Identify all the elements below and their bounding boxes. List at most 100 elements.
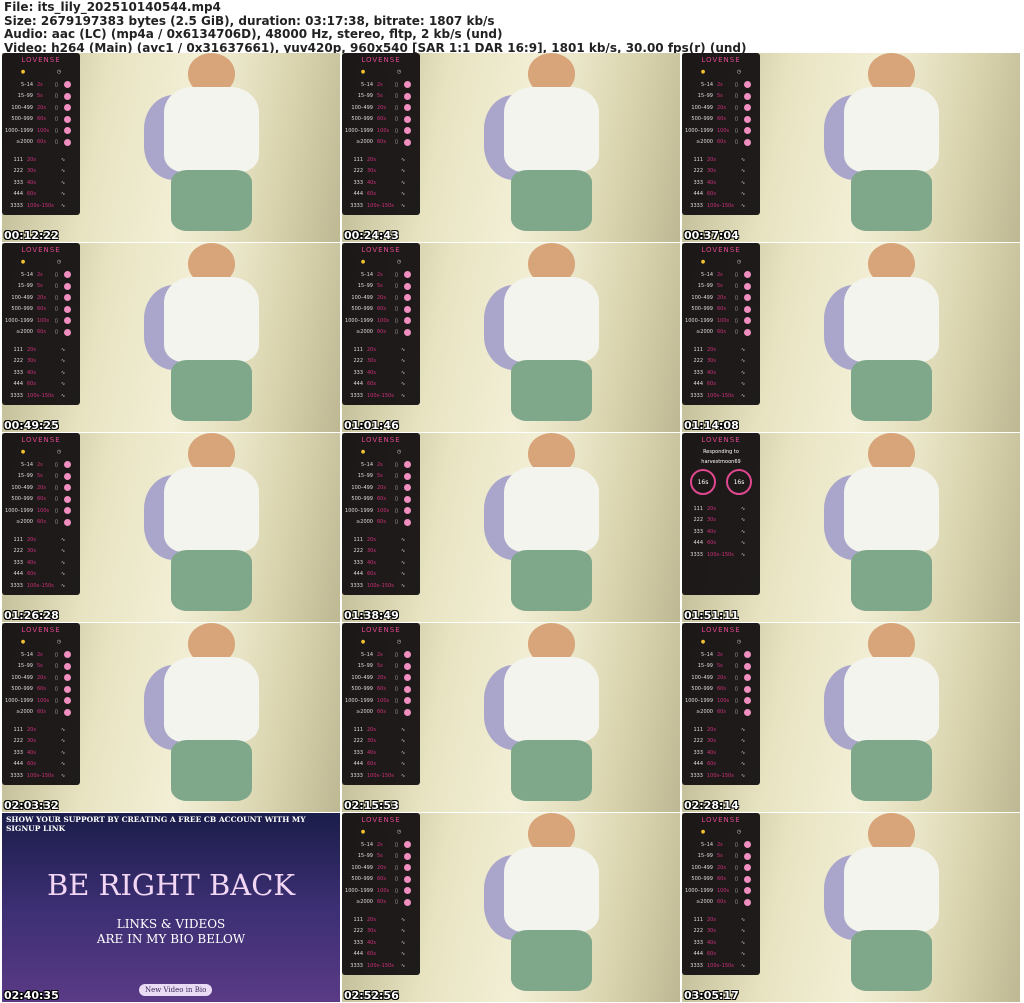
- wave-icon: ∿: [401, 156, 406, 163]
- video-thumbnail: LOVENSE ● ◷ 5–14 2s ▯ 15–99 5s ▯ 100–499 20s ▯ 500–9…: [2, 433, 340, 622]
- wave-icon: ∿: [741, 179, 746, 186]
- figure-shorts: [851, 550, 933, 611]
- coin-icon: ●: [20, 69, 26, 75]
- lovense-panel: LOVENSE ● ◷ 5–14 2s ▯ 15–99 5s ▯ 100–499 20s ▯ 500–9…: [2, 433, 80, 595]
- pulse-icon: [63, 708, 71, 716]
- level-row: 500–999 60s ▯: [345, 114, 417, 126]
- vibrate-icon: ▯: [55, 663, 58, 670]
- pulse-icon: [743, 697, 751, 705]
- wave-icon: ∿: [741, 928, 746, 935]
- video-thumbnail: LOVENSE ● ◷ 5–14 2s ▯ 15–99 5s ▯ 100–499 20s ▯ 500–9…: [342, 623, 680, 812]
- pattern-row: 222 30s ∿: [693, 358, 746, 365]
- timestamp: 03:05:17: [684, 989, 739, 1002]
- video-thumbnail: LOVENSE Responding to harvestmoon69 16s 16s 1…: [682, 433, 1020, 622]
- vibrate-icon: ▯: [395, 697, 398, 704]
- figure-shorts: [511, 170, 593, 231]
- pulse-icon: [743, 271, 751, 279]
- wave-icon: ∿: [741, 191, 746, 198]
- pulse-icon: [403, 127, 411, 135]
- vibrate-icon: ▯: [55, 496, 58, 503]
- pulse-icon: [403, 92, 411, 100]
- video-thumbnail: LOVENSE ● ◷ 5–14 2s ▯ 15–99 5s ▯ 100–499 20s ▯ 500–9…: [342, 53, 680, 242]
- responding-user: harvestmoon69: [701, 459, 741, 465]
- vibrate-icon: ▯: [395, 93, 398, 100]
- lovense-panel: LOVENSE ● ◷ 5–14 2s ▯ 15–99 5s ▯ 100–499 20s ▯ 500–9…: [682, 813, 760, 975]
- level-row: 100–499 20s ▯: [345, 672, 417, 684]
- pulse-icon: [403, 495, 411, 503]
- vibrate-icon: ▯: [55, 283, 58, 290]
- lovense-panel: LOVENSE ● ◷ 5–14 2s ▯ 15–99 5s ▯ 100–499 20s ▯ 500–9…: [682, 243, 760, 405]
- vibrate-icon: ▯: [395, 461, 398, 468]
- vibrate-icon: ▯: [735, 887, 738, 894]
- wave-icon: ∿: [401, 168, 406, 175]
- wave-icon: ∿: [741, 392, 746, 399]
- level-row: ≥2000 60s ▯: [685, 707, 757, 719]
- vibrate-icon: ▯: [735, 306, 738, 313]
- pattern-row: 333 40s ∿: [353, 749, 406, 756]
- pulse-icon: [63, 662, 71, 670]
- vibrate-icon: ▯: [395, 283, 398, 290]
- clock-icon: ◷: [736, 69, 742, 75]
- wave-icon: ∿: [741, 738, 746, 745]
- pulse-icon: [403, 271, 411, 279]
- vibrate-icon: ▯: [395, 116, 398, 123]
- lovense-panel: LOVENSE ● ◷ 5–14 2s ▯ 15–99 5s ▯ 100–499 20s ▯ 500–9…: [342, 243, 420, 405]
- pattern-row: 111 20s ∿: [353, 156, 406, 163]
- wave-icon: ∿: [741, 381, 746, 388]
- wave-icon: ∿: [61, 761, 66, 768]
- level-row: 100–499 20s ▯: [5, 672, 77, 684]
- vibrate-icon: ▯: [735, 329, 738, 336]
- pattern-row: 333 40s ∿: [13, 179, 66, 186]
- wave-icon: ∿: [401, 962, 406, 969]
- level-row: 15–99 5s ▯: [345, 281, 417, 293]
- level-row: ≥2000 60s ▯: [5, 707, 77, 719]
- level-row: ≥2000 60s ▯: [345, 517, 417, 529]
- wave-icon: ∿: [401, 358, 406, 365]
- vibrate-icon: ▯: [395, 841, 398, 848]
- vibrate-icon: ▯: [55, 507, 58, 514]
- wave-icon: ∿: [61, 191, 66, 198]
- vibrate-icon: ▯: [395, 317, 398, 324]
- pulse-icon: [743, 104, 751, 112]
- level-row: 5–14 2s ▯: [685, 269, 757, 281]
- coin-icon: ●: [360, 449, 366, 455]
- level-row: 500–999 60s ▯: [685, 304, 757, 316]
- level-row: 15–99 5s ▯: [685, 91, 757, 103]
- clock-icon: ◷: [736, 259, 742, 265]
- pulse-icon: [403, 484, 411, 492]
- figure-shorts: [171, 360, 253, 421]
- vibrate-icon: ▯: [55, 127, 58, 134]
- pulse-icon: [63, 282, 71, 290]
- level-row: 1000–1999 100s ▯: [5, 695, 77, 707]
- pulse-icon: [63, 472, 71, 480]
- wave-icon: ∿: [741, 517, 746, 524]
- level-row: 5–14 2s ▯: [685, 79, 757, 91]
- pulse-icon: [743, 651, 751, 659]
- pattern-row: 333 40s ∿: [693, 528, 746, 535]
- wave-icon: ∿: [741, 551, 746, 558]
- level-row: ≥2000 60s ▯: [5, 327, 77, 339]
- level-row: 5–14 2s ▯: [5, 649, 77, 661]
- timer-ring: 16s: [726, 469, 752, 495]
- vibrate-icon: ▯: [735, 139, 738, 146]
- vibrate-icon: ▯: [735, 116, 738, 123]
- figure-shorts: [851, 170, 933, 231]
- level-row: 1000–1999 100s ▯: [685, 315, 757, 327]
- vibrate-icon: ▯: [735, 651, 738, 658]
- level-row: 5–14 2s ▯: [5, 459, 77, 471]
- level-row: 15–99 5s ▯: [345, 471, 417, 483]
- pulse-icon: [743, 841, 751, 849]
- wave-icon: ∿: [741, 726, 746, 733]
- vibrate-icon: ▯: [395, 519, 398, 526]
- vibrate-icon: ▯: [735, 697, 738, 704]
- vibrate-icon: ▯: [55, 686, 58, 693]
- wave-icon: ∿: [401, 369, 406, 376]
- coin-icon: ●: [700, 69, 706, 75]
- wave-icon: ∿: [401, 749, 406, 756]
- level-row: 5–14 2s ▯: [345, 459, 417, 471]
- coin-icon: ●: [360, 639, 366, 645]
- pulse-icon: [403, 317, 411, 325]
- level-row: ≥2000 60s ▯: [685, 897, 757, 909]
- pattern-row: 3333 100s–150s ∿: [350, 202, 406, 209]
- wave-icon: ∿: [741, 916, 746, 923]
